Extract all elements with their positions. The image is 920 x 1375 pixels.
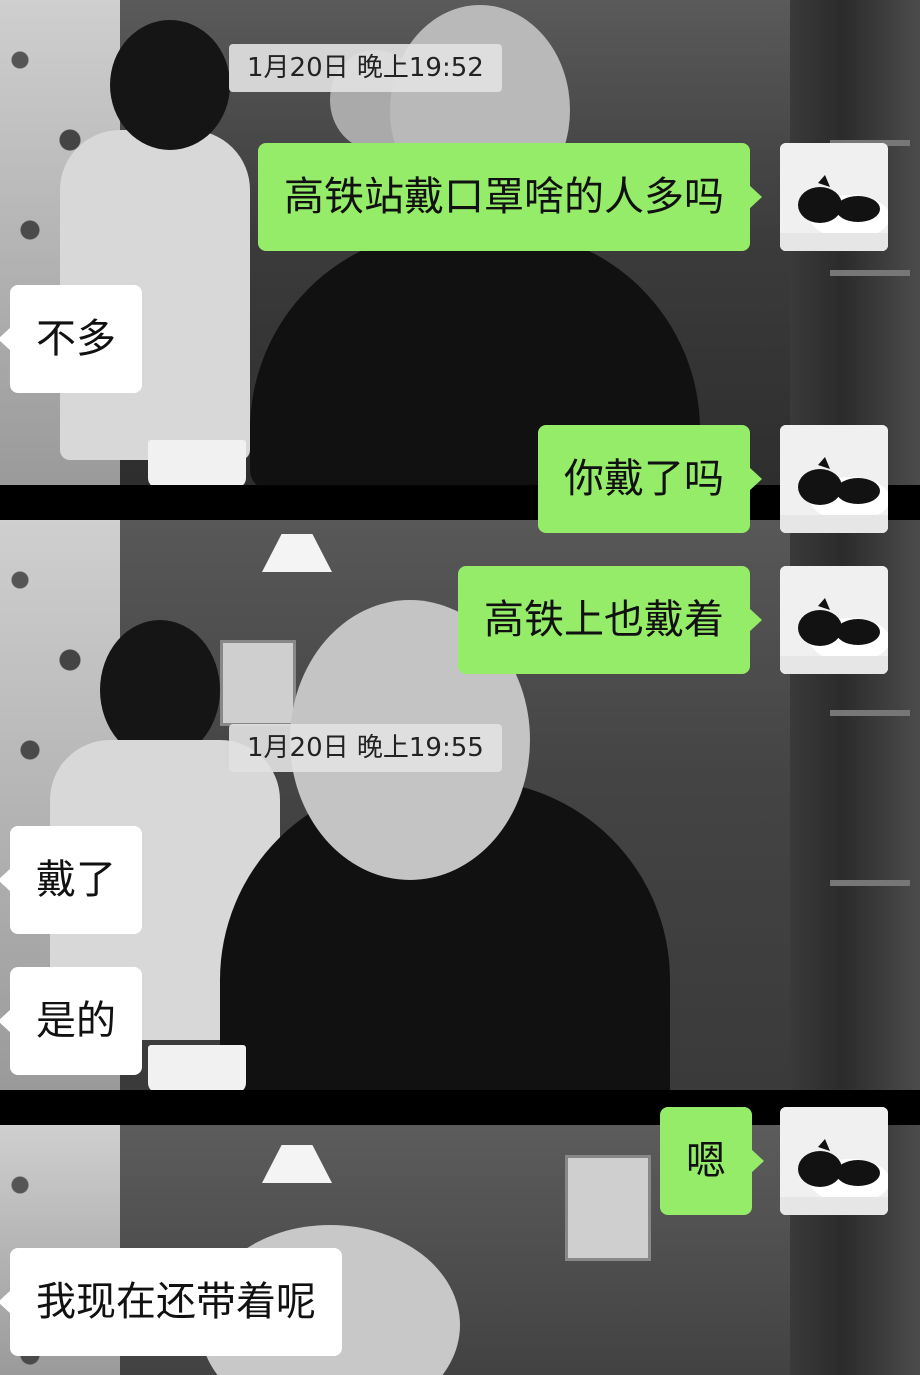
cat-icon: [780, 425, 888, 533]
avatar[interactable]: [780, 1107, 888, 1215]
message-bubble-received[interactable]: 戴了: [0, 826, 142, 934]
message-bubble-sent[interactable]: 高铁上也戴着: [458, 566, 762, 674]
timestamp: 1月20日 晚上19:55: [229, 724, 502, 772]
avatar[interactable]: [780, 566, 888, 674]
avatar[interactable]: [780, 143, 888, 251]
message-bubble-received[interactable]: 我现在还带着呢: [0, 1248, 342, 1356]
message-bubble-received[interactable]: 是的: [0, 967, 142, 1075]
message-bubble-sent[interactable]: 嗯: [660, 1107, 764, 1215]
cat-icon: [780, 143, 888, 251]
cat-icon: [780, 566, 888, 674]
message-bubble-sent[interactable]: 高铁站戴口罩啥的人多吗: [258, 143, 762, 251]
cat-icon: [780, 1107, 888, 1215]
message-bubble-sent[interactable]: 你戴了吗: [538, 425, 762, 533]
avatar[interactable]: [780, 425, 888, 533]
chat-thread[interactable]: 1月20日 晚上19:52 高铁站戴口罩啥的人多吗 不多 你戴了吗 高铁上也戴着: [0, 0, 920, 1375]
timestamp: 1月20日 晚上19:52: [229, 44, 502, 92]
message-bubble-received[interactable]: 不多: [0, 285, 142, 393]
